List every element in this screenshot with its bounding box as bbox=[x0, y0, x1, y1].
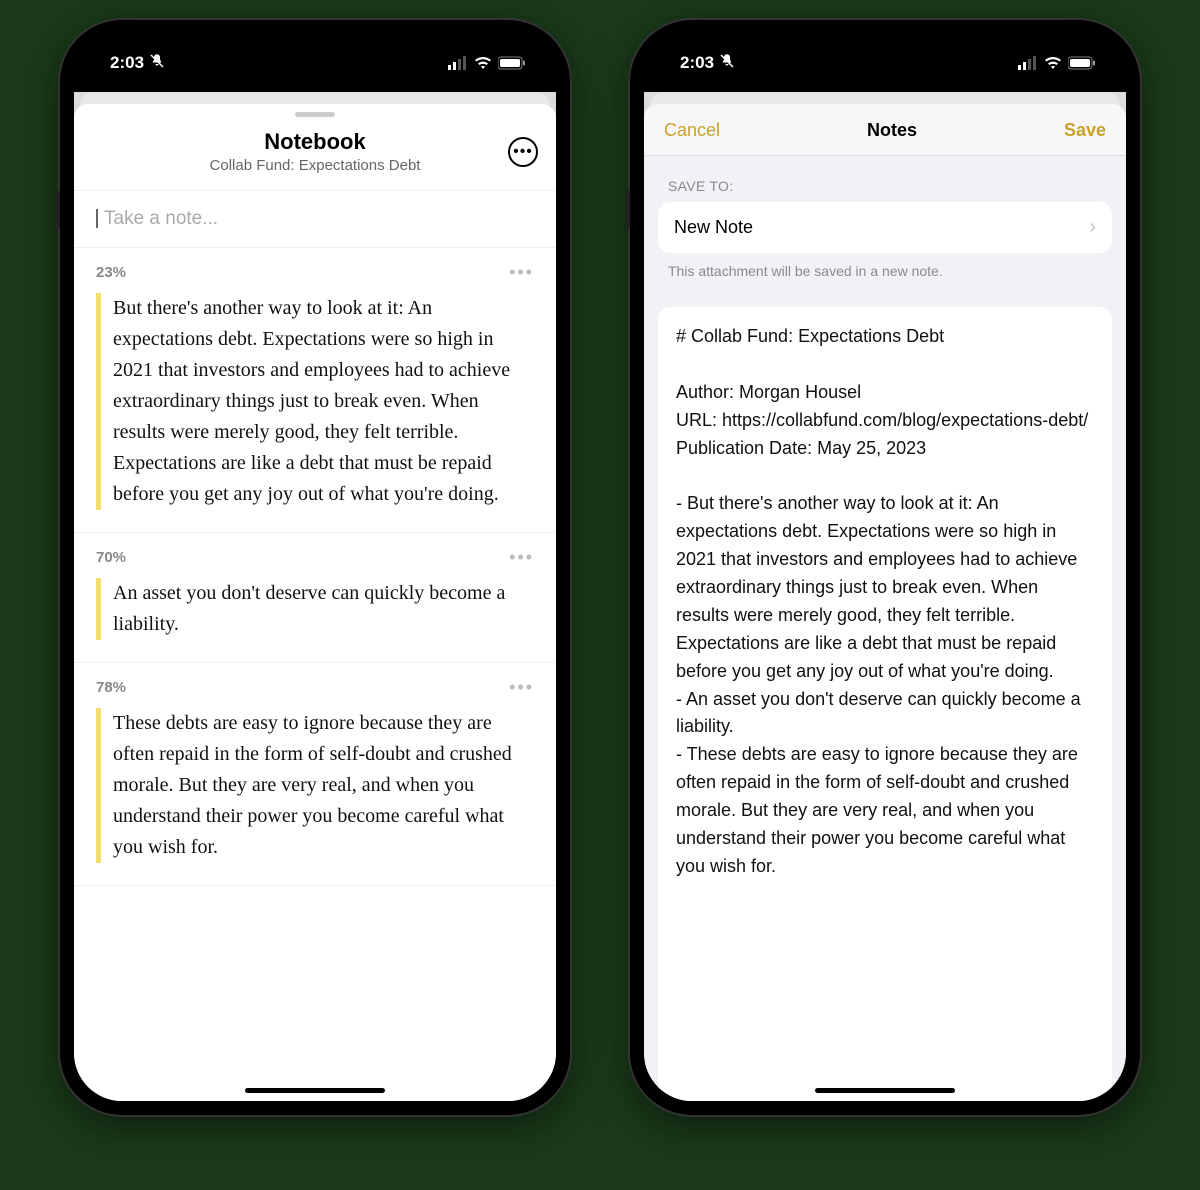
chevron-right-icon: › bbox=[1089, 216, 1096, 239]
note-input-area[interactable]: Take a note... bbox=[74, 191, 556, 248]
status-time: 2:03 bbox=[680, 53, 714, 73]
phone-right: 2:03 Cancel bbox=[630, 20, 1140, 1115]
highlight-text: An asset you don't deserve can quickly b… bbox=[96, 578, 534, 640]
highlight-text: These debts are easy to ignore because t… bbox=[96, 708, 534, 863]
notch bbox=[250, 36, 380, 72]
status-time: 2:03 bbox=[110, 53, 144, 73]
screen-right: 2:03 Cancel bbox=[644, 34, 1126, 1101]
wifi-icon bbox=[474, 56, 492, 70]
notebook-subtitle: Collab Fund: Expectations Debt bbox=[92, 157, 538, 174]
highlight-text: But there's another way to look at it: A… bbox=[96, 293, 534, 510]
notebook-sheet: Notebook Collab Fund: Expectations Debt … bbox=[74, 104, 556, 1101]
highlight-percent: 70% bbox=[96, 549, 126, 566]
ellipsis-icon: ••• bbox=[513, 144, 533, 160]
notes-sheet: Cancel Notes Save SAVE TO: New Note › Th… bbox=[644, 104, 1126, 1101]
home-indicator[interactable] bbox=[815, 1088, 955, 1093]
wifi-icon bbox=[1044, 56, 1062, 70]
more-button[interactable]: ••• bbox=[508, 137, 538, 167]
notes-nav: Cancel Notes Save bbox=[644, 104, 1126, 156]
save-hint: This attachment will be saved in a new n… bbox=[644, 253, 1126, 279]
save-to-row[interactable]: New Note › bbox=[658, 202, 1112, 253]
save-to-value: New Note bbox=[674, 217, 753, 238]
signal-icon bbox=[448, 56, 468, 70]
home-indicator[interactable] bbox=[245, 1088, 385, 1093]
notebook-header: Notebook Collab Fund: Expectations Debt … bbox=[74, 117, 556, 191]
note-content[interactable]: # Collab Fund: Expectations Debt Author:… bbox=[658, 307, 1112, 1101]
highlight-menu-button[interactable]: ••• bbox=[509, 677, 534, 698]
highlight-item[interactable]: 78% ••• These debts are easy to ignore b… bbox=[74, 663, 556, 886]
notch bbox=[820, 36, 950, 72]
highlight-menu-button[interactable]: ••• bbox=[509, 262, 534, 283]
highlight-item[interactable]: 23% ••• But there's another way to look … bbox=[74, 248, 556, 533]
signal-icon bbox=[1018, 56, 1038, 70]
save-to-label: SAVE TO: bbox=[644, 156, 1126, 202]
cancel-button[interactable]: Cancel bbox=[664, 120, 720, 141]
battery-icon bbox=[1068, 56, 1096, 70]
screen-left: 2:03 Note bbox=[74, 34, 556, 1101]
note-input-placeholder: Take a note... bbox=[96, 209, 218, 228]
silent-icon bbox=[148, 52, 166, 75]
save-button[interactable]: Save bbox=[1064, 120, 1106, 141]
highlight-percent: 23% bbox=[96, 264, 126, 281]
silent-icon bbox=[718, 52, 736, 75]
notes-title: Notes bbox=[867, 120, 917, 141]
notebook-title: Notebook bbox=[92, 129, 538, 155]
highlight-menu-button[interactable]: ••• bbox=[509, 547, 534, 568]
battery-icon bbox=[498, 56, 526, 70]
highlight-item[interactable]: 70% ••• An asset you don't deserve can q… bbox=[74, 533, 556, 663]
phone-left: 2:03 Note bbox=[60, 20, 570, 1115]
highlight-percent: 78% bbox=[96, 679, 126, 696]
